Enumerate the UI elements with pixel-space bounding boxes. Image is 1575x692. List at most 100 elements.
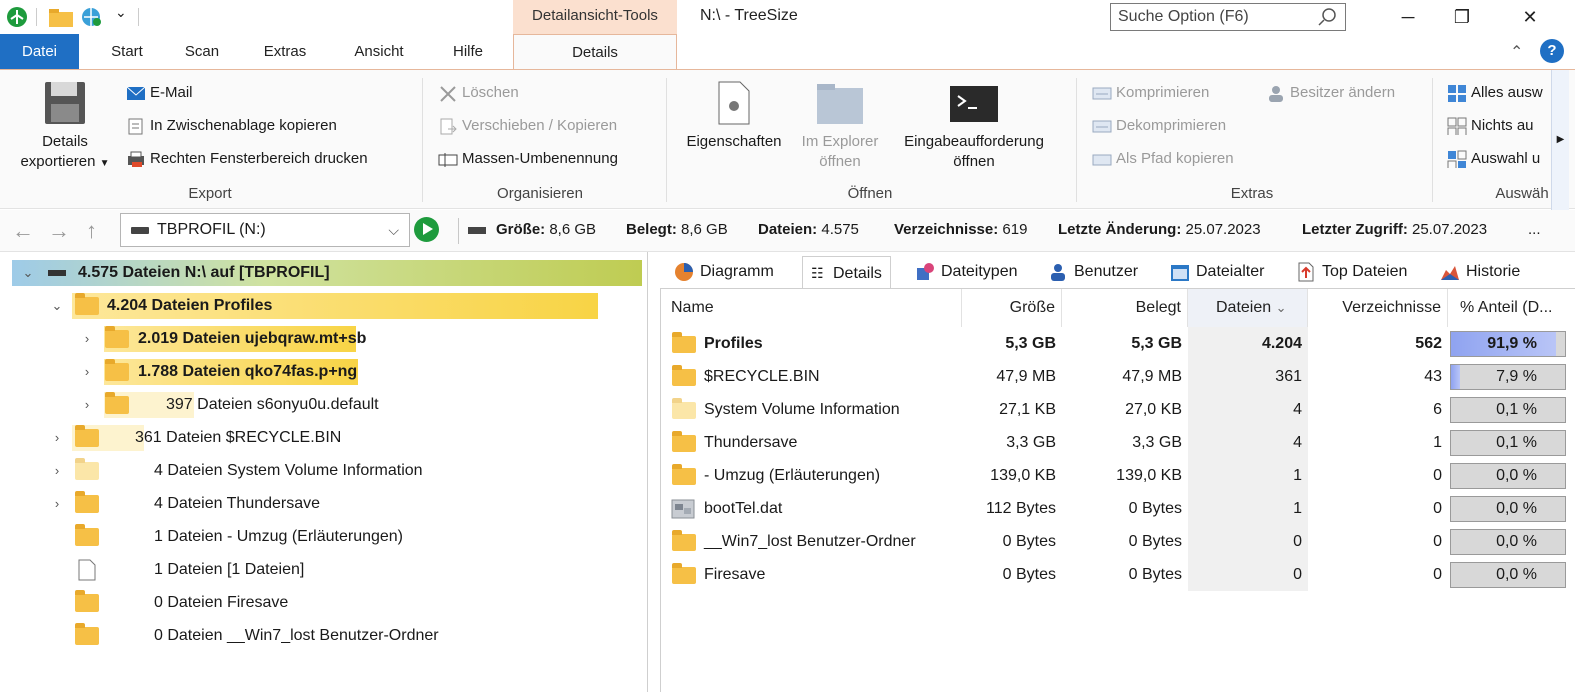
select-none-button[interactable]: Nichts au [1447, 115, 1534, 137]
qat-customize-icon[interactable]: ⌄ [115, 4, 127, 21]
properties-button[interactable]: Eigenschaften [678, 80, 790, 152]
tree-node-thundersave[interactable]: › 4 Dateien Thundersave [0, 487, 648, 520]
table-row[interactable]: Thundersave 3,3 GB 3,3 GB 4 1 0,1 % [661, 426, 1575, 459]
tree-node-firesave[interactable]: 0 Dateien Firesave [0, 586, 648, 619]
cell-size: 139,0 KB [990, 467, 1056, 484]
decompress-button[interactable]: Dekomprimieren [1092, 115, 1226, 137]
select-all-button[interactable]: Alles ausw [1447, 82, 1543, 104]
tree-node-win7-lost[interactable]: 0 Dateien __Win7_lost Benutzer-Ordner [0, 619, 648, 652]
chevron-right-icon[interactable]: › [50, 421, 64, 454]
cell-name: $RECYCLE.BIN [704, 368, 820, 385]
up-arrow-icon[interactable]: ↑ [86, 218, 97, 244]
column-header-name[interactable]: Name [661, 289, 962, 327]
tab-details-view[interactable]: ☷ Details [802, 256, 891, 288]
print-right-pane-button[interactable]: Rechten Fensterbereich drucken [126, 148, 368, 170]
tab-dateialter[interactable]: Dateialter [1170, 256, 1264, 288]
search-option-input[interactable]: Suche Option (F6) [1110, 3, 1346, 31]
copy-to-clipboard-button[interactable]: In Zwischenablage kopieren [126, 115, 337, 137]
compress-button[interactable]: Komprimieren [1092, 82, 1209, 104]
tab-ansicht[interactable]: Ansicht [340, 34, 418, 70]
floppy-disk-icon [45, 82, 85, 124]
email-button[interactable]: E-Mail [126, 82, 193, 104]
tab-extras[interactable]: Extras [250, 34, 320, 70]
terminal-icon [950, 86, 998, 122]
tree-node-root[interactable]: ⌄ 4.575 Dateien N:\ auf [TBPROFIL] [0, 256, 648, 289]
details-export-button[interactable]: Details exportieren ▼ [12, 80, 118, 174]
select-all-label: Alles ausw [1471, 84, 1543, 101]
delete-button[interactable]: Löschen [438, 82, 519, 104]
chevron-right-icon[interactable]: › [80, 322, 94, 355]
tab-diagramm[interactable]: Diagramm [674, 256, 774, 288]
more-stats-button[interactable]: ... [1528, 221, 1541, 238]
ribbon-collapse-icon[interactable]: ⌃ [1510, 42, 1523, 62]
tab-datei[interactable]: Datei [0, 34, 79, 70]
chevron-right-icon[interactable]: › [80, 388, 94, 421]
ribbon-scroll-right-button[interactable]: ▶ [1551, 70, 1569, 210]
tab-dateitypen[interactable]: Dateitypen [915, 256, 1018, 288]
tab-start[interactable]: Start [97, 34, 157, 70]
copy-as-path-button[interactable]: Als Pfad kopieren [1092, 148, 1234, 170]
table-row[interactable]: __Win7_lost Benutzer-Ordner 0 Bytes 0 Byte… [661, 525, 1575, 558]
start-scan-button[interactable] [414, 217, 439, 242]
cell-files: 4.204 [1261, 335, 1302, 352]
folder-open-icon[interactable] [48, 6, 74, 28]
minimize-button[interactable]: ─ [1388, 2, 1428, 32]
mass-rename-button[interactable]: Massen-Umbenennung [438, 148, 618, 170]
table-row[interactable]: Firesave 0 Bytes 0 Bytes 0 0 0,0 % [661, 558, 1575, 591]
tab-historie[interactable]: Historie [1440, 256, 1520, 288]
chevron-right-icon[interactable]: › [50, 487, 64, 520]
cell-size: 47,9 MB [996, 368, 1056, 385]
tree-node-ujebqraw[interactable]: › 2.019 Dateien ujebqraw.mt+sb [0, 322, 648, 355]
forward-arrow-icon[interactable]: → [48, 218, 70, 244]
column-header-size[interactable]: Größe [962, 289, 1062, 327]
column-header-files-label: Dateien [1216, 299, 1272, 316]
tab-hilfe[interactable]: Hilfe [436, 34, 500, 70]
tree-node-label: 0 Dateien Firesave [154, 594, 289, 611]
tree-node-files[interactable]: 1 Dateien [1 Dateien] [0, 553, 648, 586]
file-types-icon [917, 262, 934, 280]
folder-icon [75, 425, 99, 447]
tree-node-system-volume[interactable]: › 4 Dateien System Volume Information [0, 454, 648, 487]
change-owner-label: Besitzer ändern [1290, 84, 1396, 101]
tab-details[interactable]: Details [513, 34, 677, 70]
tree-node-s6onyu0u[interactable]: › 397 Dateien s6onyu0u.default [0, 388, 648, 421]
folder-tree: ⌄ 4.575 Dateien N:\ auf [TBPROFIL] ⌄ 4.2… [0, 252, 648, 692]
tree-node-umzug[interactable]: 1 Dateien - Umzug (Erläuterungen) [0, 520, 648, 553]
chevron-down-icon[interactable]: ⌄ [21, 256, 35, 289]
tree-node-recycle-bin[interactable]: › 361 Dateien $RECYCLE.BIN [0, 421, 648, 454]
table-row[interactable]: System Volume Information 27,1 KB 27,0 KB 4… [661, 393, 1575, 426]
table-row[interactable]: bootTel.dat 112 Bytes 0 Bytes 1 0 0,0 % [661, 492, 1575, 525]
scan-globe-icon[interactable] [80, 6, 104, 28]
chevron-right-icon[interactable]: › [50, 454, 64, 487]
close-button[interactable]: ✕ [1510, 2, 1550, 32]
tree-node-profiles[interactable]: ⌄ 4.204 Dateien Profiles [0, 289, 648, 322]
column-header-files[interactable]: Dateien ⌄ [1188, 289, 1308, 327]
maximize-button[interactable]: ❐ [1442, 2, 1482, 32]
tab-top-dateien[interactable]: Top Dateien [1296, 256, 1407, 288]
invert-selection-button[interactable]: Auswahl u [1447, 148, 1540, 170]
change-owner-button[interactable]: Besitzer ändern [1266, 82, 1395, 104]
tab-scan[interactable]: Scan [172, 34, 232, 70]
decompress-icon [1092, 120, 1112, 133]
tree-node-qko74fas[interactable]: › 1.788 Dateien qko74fas.p+ng [0, 355, 648, 388]
back-arrow-icon[interactable]: ← [12, 218, 34, 244]
stat-modified-value: 25.07.2023 [1185, 221, 1261, 238]
column-header-used[interactable]: Belegt [1062, 289, 1188, 327]
tab-benutzer[interactable]: Benutzer [1048, 256, 1138, 288]
column-header-dirs[interactable]: Verzeichnisse [1308, 289, 1448, 327]
drive-select[interactable]: TBPROFIL (N:) ⌵ [120, 213, 410, 247]
table-row[interactable]: $RECYCLE.BIN 47,9 MB 47,9 MB 361 43 7,9 % [661, 360, 1575, 393]
column-header-percent[interactable]: % Anteil (D... [1448, 289, 1574, 327]
cell-files: 4 [1293, 401, 1302, 418]
select-none-label: Nichts au [1471, 117, 1534, 134]
help-button[interactable]: ? [1540, 39, 1564, 63]
table-row[interactable]: - Umzug (Erläuterungen) 139,0 KB 139,0 KB 1… [661, 459, 1575, 492]
chevron-right-icon[interactable]: › [80, 355, 94, 388]
treesize-logo-icon[interactable] [6, 6, 28, 28]
explorer-folder-icon [817, 84, 863, 124]
open-in-explorer-button[interactable]: Im Explorer öffnen [792, 80, 888, 172]
table-row[interactable]: Profiles 5,3 GB 5,3 GB 4.204 562 91,9 % [661, 327, 1575, 360]
chevron-down-icon[interactable]: ⌄ [50, 289, 64, 322]
move-copy-button[interactable]: Verschieben / Kopieren [438, 115, 617, 137]
command-prompt-button[interactable]: Eingabeaufforderung öffnen [888, 80, 1060, 172]
